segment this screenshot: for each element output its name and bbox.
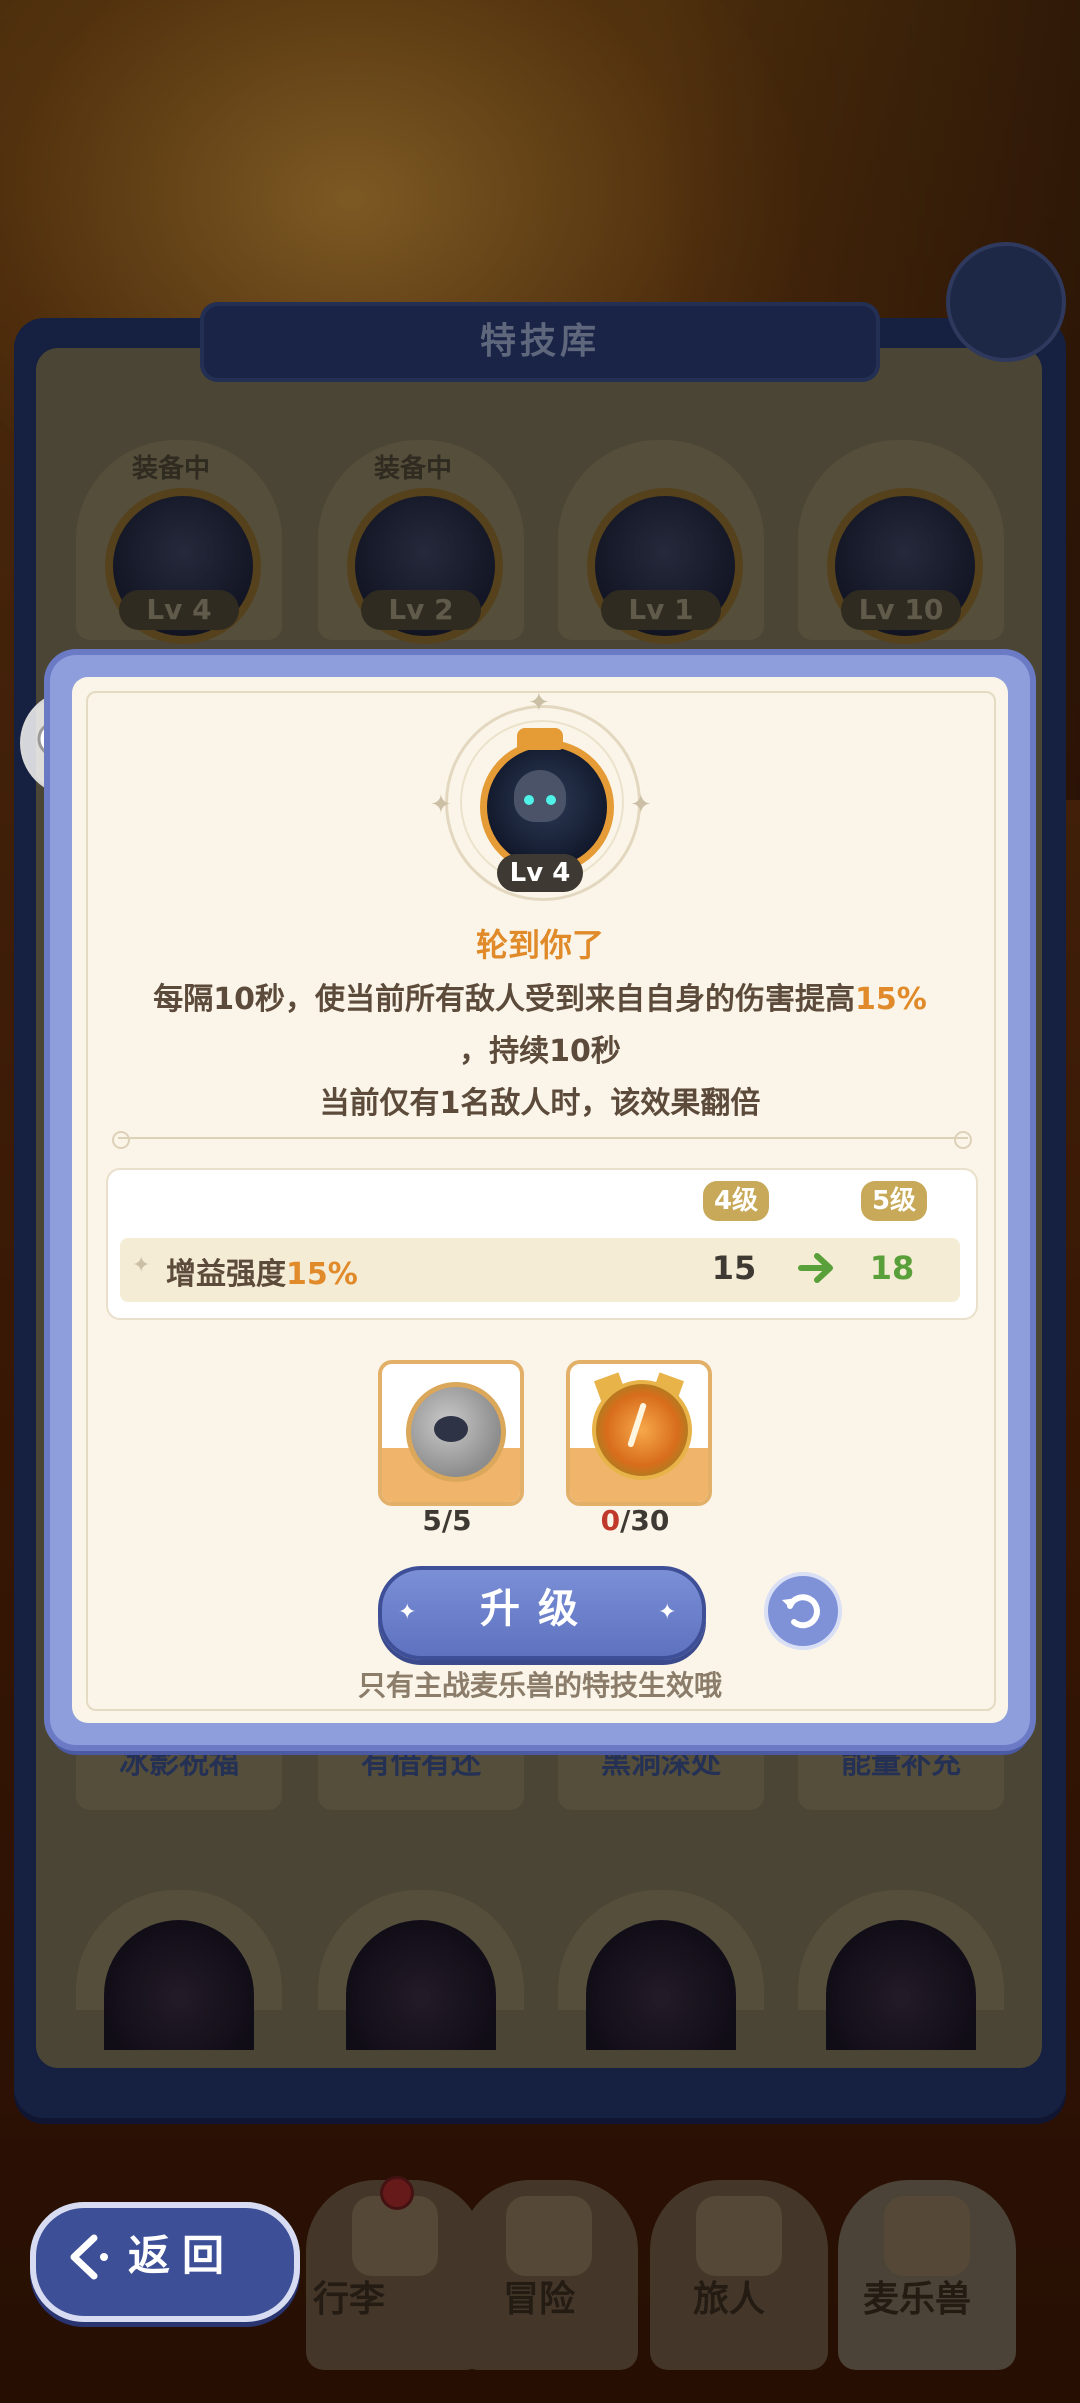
sparkle-icon: ✦ bbox=[630, 790, 652, 820]
material-count: 0/30 bbox=[600, 1504, 670, 1537]
skill-level-badge: Lv 4 bbox=[497, 854, 583, 892]
skill-description-line-2: ，持续10秒 bbox=[459, 1034, 621, 1069]
next-level-badge: 5级 bbox=[861, 1181, 927, 1221]
stat-current-value: 15 bbox=[711, 1249, 757, 1287]
material-slot[interactable] bbox=[378, 1360, 524, 1506]
creature-face bbox=[434, 1416, 468, 1442]
refresh-icon bbox=[782, 1594, 820, 1629]
skill-description-line-3: 当前仅有1名敌人时，该效果翻倍 bbox=[319, 1086, 761, 1121]
ribbon-icon bbox=[517, 728, 563, 750]
skill-name: 轮到你了 bbox=[475, 926, 604, 964]
sparkle-icon: ✦ bbox=[430, 790, 452, 820]
dark-creature-icon bbox=[514, 770, 566, 822]
hint-text: 只有主战麦乐兽的特技生效哦 bbox=[357, 1669, 722, 1702]
creature-eye bbox=[546, 795, 556, 805]
arrow-right-icon bbox=[798, 1253, 833, 1283]
back-label: 返回 bbox=[128, 2231, 237, 2280]
creature-eye bbox=[524, 795, 534, 805]
cat-coin-icon bbox=[592, 1380, 692, 1480]
skill-description-line-1: 每隔10秒，使当前所有敌人受到来自自身的伤害提高15% bbox=[153, 982, 927, 1017]
reset-button[interactable] bbox=[764, 1572, 842, 1650]
divider-end bbox=[954, 1131, 972, 1149]
current-level-badge: 4级 bbox=[703, 1181, 769, 1221]
divider bbox=[118, 1137, 968, 1139]
upgrade-label[interactable]: 升级 bbox=[378, 1566, 698, 1652]
star-bullet-icon: ✦ bbox=[132, 1253, 151, 1278]
back-arrow-icon bbox=[70, 2234, 108, 2280]
material-count: 5/5 bbox=[422, 1504, 472, 1537]
stat-label: 增益强度15% bbox=[166, 1257, 358, 1292]
stat-next-value: 18 bbox=[869, 1249, 915, 1287]
divider-end bbox=[112, 1131, 130, 1149]
back-button[interactable]: 返回 bbox=[30, 2202, 300, 2322]
material-slot[interactable] bbox=[566, 1360, 712, 1506]
sparkle-icon: ✦ bbox=[528, 688, 550, 718]
